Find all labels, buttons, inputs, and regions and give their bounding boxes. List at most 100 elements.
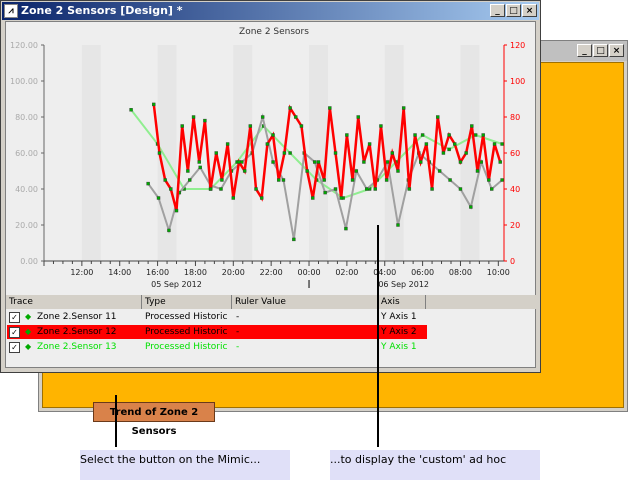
header-trace[interactable]: Trace (6, 295, 142, 309)
data-point (271, 133, 275, 137)
data-point (453, 142, 457, 146)
data-point (396, 169, 400, 173)
data-point (312, 160, 317, 164)
minimize-button[interactable]: _ (490, 4, 505, 17)
right-tick-label: 20 (510, 221, 520, 230)
trace-row[interactable]: ✓ ◆ Zone 2.Sensor 11 Processed Historic … (7, 310, 427, 324)
trend-client: Zone 2 Sensors 0.00 0 20.00 20 40.00 40 60.00 60… (5, 21, 537, 368)
data-point (365, 187, 369, 191)
data-point (473, 133, 478, 137)
data-point (203, 118, 207, 123)
callout-line-right (377, 225, 379, 447)
right-tick-label: 80 (510, 113, 520, 122)
trace-ruler-value: - (236, 342, 240, 352)
data-point (198, 165, 202, 170)
data-point (299, 124, 304, 128)
data-point (420, 133, 425, 137)
data-point (242, 169, 247, 173)
data-point (345, 133, 349, 137)
x-date-label: 05 Sep 2012 (151, 280, 202, 289)
minimize-button[interactable]: _ (577, 44, 592, 57)
maximize-button[interactable]: □ (506, 4, 521, 17)
trend-button[interactable]: Trend of Zone 2 Sensors (93, 402, 215, 437)
data-point (373, 187, 377, 191)
x-tick-label: 10:00 (487, 268, 510, 277)
trace-marker-icon: ◆ (25, 327, 32, 336)
data-point (419, 160, 423, 164)
trace-checkbox[interactable]: ✓ (9, 312, 20, 323)
data-point (475, 169, 480, 173)
data-point (492, 142, 497, 146)
trace-row[interactable]: ✓ ◆ Zone 2.Sensor 13 Processed Historic … (7, 340, 427, 354)
data-point (260, 115, 265, 119)
plot-band (460, 45, 480, 261)
data-point (367, 142, 372, 146)
left-tick-label: 0.00 (20, 257, 38, 266)
data-point (157, 151, 162, 155)
trace-row[interactable]: ✓ ◆ Zone 2.Sensor 12 Processed Historic … (7, 325, 427, 339)
chart-title: Zone 2 Sensors (239, 27, 309, 37)
data-point (254, 187, 258, 191)
data-point (191, 115, 196, 119)
data-point (277, 178, 281, 182)
window-title: Zone 2 Sensors [Design] * (21, 4, 183, 17)
header-ruler-value[interactable]: Ruler Value (232, 295, 378, 309)
x-tick-label: 08:00 (449, 268, 472, 277)
data-point (333, 151, 338, 155)
trace-checkbox[interactable]: ✓ (9, 327, 20, 338)
right-tick-label: 120 (510, 41, 525, 50)
data-point (500, 142, 504, 146)
data-point (259, 196, 264, 200)
data-point (447, 147, 451, 152)
trend-chart[interactable]: Zone 2 Sensors 0.00 0 20.00 20 40.00 40 60.00 60… (6, 22, 537, 294)
data-point (282, 151, 287, 155)
data-point (265, 142, 270, 146)
plot-band (81, 45, 101, 261)
header-blank (426, 295, 537, 309)
data-point (152, 102, 156, 107)
x-tick-label: 20:00 (222, 268, 245, 277)
close-button[interactable]: × (522, 4, 537, 17)
right-tick-label: 100 (510, 77, 525, 86)
trace-checkbox[interactable]: ✓ (9, 342, 20, 353)
trace-ruler-value: - (236, 327, 240, 337)
right-tick-label: 60 (510, 149, 520, 158)
data-point (208, 187, 213, 191)
data-point (322, 178, 326, 182)
data-point (169, 187, 173, 191)
close-button[interactable]: × (609, 44, 624, 57)
x-tick-label: 12:00 (70, 268, 93, 277)
data-point (441, 151, 446, 155)
left-tick-label: 40.00 (15, 185, 38, 194)
data-point (220, 178, 224, 182)
trace-name: Zone 2.Sensor 12 (37, 327, 117, 337)
data-point (305, 169, 309, 173)
right-tick-label: 40 (510, 185, 520, 194)
data-point (401, 106, 406, 110)
data-point (129, 108, 133, 112)
maximize-button[interactable]: □ (593, 44, 608, 57)
data-point (271, 160, 275, 164)
data-point (436, 115, 440, 119)
caption-left: Select the button on the Mimic... (80, 450, 290, 480)
data-point (489, 187, 494, 191)
header-axis[interactable]: Axis (378, 295, 426, 309)
header-type[interactable]: Type (142, 295, 232, 309)
data-point (362, 160, 366, 164)
data-point (448, 178, 452, 182)
trace-type: Processed Historic (145, 327, 228, 337)
left-tick-label: 100.00 (10, 77, 38, 86)
data-point (356, 115, 360, 119)
data-point (437, 169, 442, 173)
data-point (379, 124, 383, 128)
data-point (424, 142, 429, 146)
trace-type: Processed Historic (145, 342, 228, 352)
data-point (163, 178, 167, 182)
trace-name: Zone 2.Sensor 13 (37, 342, 117, 352)
data-point (174, 208, 179, 213)
data-point (146, 181, 150, 186)
trace-marker-icon: ◆ (25, 342, 32, 351)
left-tick-label: 60.00 (15, 149, 38, 158)
caption-right: ...to display the 'custom' ad hoc (330, 450, 540, 480)
trend-app-icon: ⩘ (4, 4, 18, 18)
